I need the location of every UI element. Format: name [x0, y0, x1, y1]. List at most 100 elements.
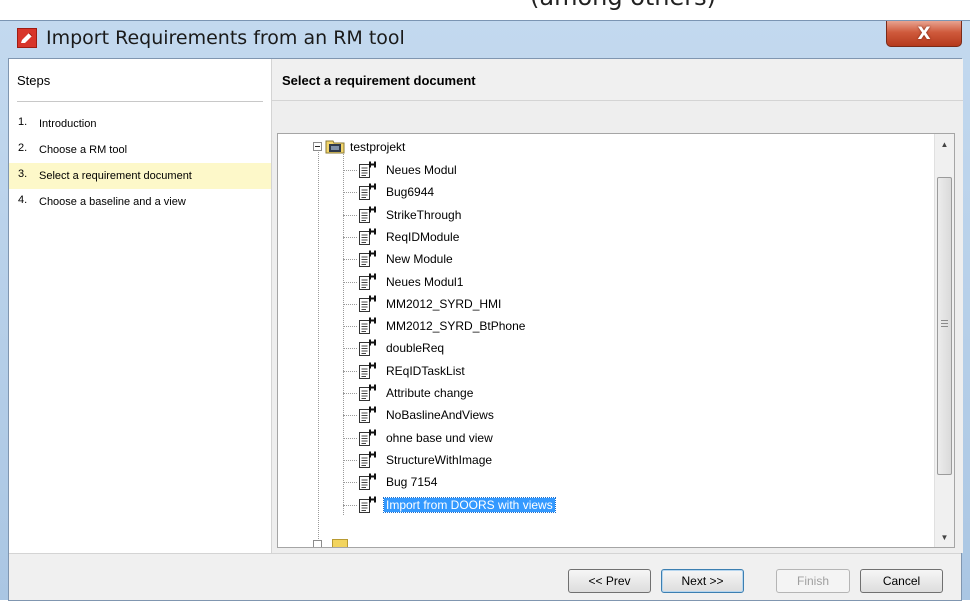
button-bar: << Prev Next >> Finish Cancel [9, 553, 961, 600]
step-item: 4. Choose a baseline and a view [9, 189, 271, 215]
tree-item-label: New Module [386, 252, 453, 267]
expand-toggle-icon[interactable] [313, 540, 322, 547]
tree-connector [343, 437, 357, 439]
tree-item[interactable]: NoBaslineAndViews [278, 404, 928, 426]
tree-item-label: doubleReq [386, 341, 445, 356]
step-label: Introduction [39, 118, 97, 130]
collapse-toggle-icon[interactable] [313, 142, 322, 151]
tree-item[interactable]: MM2012_SYRD_HMI [278, 293, 928, 315]
tree-item[interactable]: Bug 7154 [278, 471, 928, 493]
tree-item[interactable]: Neues Modul1 [278, 271, 928, 293]
document-tree: testprojekt Neues Modul Bug6944 StrikeThro… [277, 133, 955, 548]
tree-item[interactable]: StructureWithImage [278, 449, 928, 471]
main-panel: Select a requirement document testprojek… [272, 59, 963, 553]
tree-item[interactable]: ReqIDModule [278, 226, 928, 248]
tree-connector [343, 348, 357, 350]
tree-item-label: Bug6944 [386, 185, 435, 200]
step-label: Select a requirement document [39, 170, 192, 182]
steps-panel: Steps 1. Introduction 2. Choose a RM tool 3.… [9, 59, 271, 553]
tree-item-label: MM2012_SYRD_BtPhone [386, 319, 526, 334]
tree-item[interactable]: StrikeThrough [278, 204, 928, 226]
main-header: Select a requirement document [272, 59, 963, 101]
tree-item[interactable]: New Module [278, 248, 928, 270]
step-number: 4. [18, 194, 28, 206]
import-dialog-window: Import Requirements from an RM tool X St… [0, 20, 970, 601]
document-icon [359, 228, 376, 245]
tree-item-label: ReqIDModule [386, 229, 460, 244]
document-icon [359, 295, 376, 312]
tree-item-label: Neues Modul1 [386, 274, 464, 289]
document-icon [359, 250, 376, 268]
scroll-up-icon[interactable]: ▲ [935, 134, 954, 154]
tree-item-label: StrikeThrough [386, 207, 462, 222]
cancel-button[interactable]: Cancel [860, 569, 943, 593]
tree-connector [343, 415, 357, 417]
tree-connector [343, 482, 357, 484]
tree-item[interactable]: Import from DOORS with views [278, 494, 928, 516]
document-icon [359, 183, 376, 201]
steps-header: Steps [17, 73, 51, 88]
tree-connector [343, 504, 357, 506]
tree-item-label: ohne base und view [386, 430, 493, 445]
tree-item-label: MM2012_SYRD_HMI [386, 296, 502, 311]
title-bar[interactable]: Import Requirements from an RM tool X [0, 21, 970, 59]
document-icon [359, 406, 376, 424]
folder-open-icon [325, 140, 345, 154]
step-item: 3. Select a requirement document [9, 163, 271, 189]
document-icon [359, 317, 376, 335]
document-icon [359, 473, 376, 491]
cropped-text-fragment: (among others) [530, 0, 716, 11]
step-item: 1. Introduction [9, 111, 271, 137]
tree-item[interactable]: ohne base und view [278, 427, 928, 449]
tree-connector [343, 303, 357, 305]
scroll-down-icon[interactable]: ▼ [935, 527, 954, 547]
tree-connector [343, 393, 357, 394]
tree-connector [343, 459, 357, 461]
document-icon [359, 161, 376, 178]
step-label: Choose a baseline and a view [39, 196, 186, 208]
finish-button[interactable]: Finish [776, 569, 850, 593]
next-button[interactable]: Next >> [661, 569, 744, 593]
tree-item-label: Neues Modul [386, 163, 457, 177]
step-number: 2. [18, 142, 28, 154]
page-title: Select a requirement document [282, 73, 476, 88]
tree-connector [343, 326, 357, 328]
step-item: 2. Choose a RM tool [9, 137, 271, 163]
tree-root-node[interactable]: testprojekt [278, 138, 928, 158]
document-icon [359, 362, 376, 379]
tree-item[interactable]: Attribute change [278, 382, 928, 404]
tree-item[interactable]: doubleReq [278, 337, 928, 359]
close-icon: X [917, 23, 931, 44]
scroll-thumb[interactable] [937, 177, 952, 475]
scroll-grip-icon [941, 320, 948, 327]
close-button[interactable]: X [886, 21, 962, 47]
tree-item[interactable]: MM2012_SYRD_BtPhone [278, 315, 928, 337]
tree-item[interactable]: REqIDTaskList [278, 360, 928, 382]
tree-area: testprojekt Neues Modul Bug6944 StrikeThro… [278, 134, 934, 547]
document-icon [359, 496, 376, 513]
tree-connector [343, 370, 357, 372]
tree-item-label: StructureWithImage [386, 452, 493, 467]
step-number: 3. [18, 168, 28, 180]
tree-item-label: REqIDTaskList [386, 363, 465, 378]
tree-connector [343, 259, 357, 261]
document-icon [359, 384, 376, 401]
tree-connector [343, 281, 357, 283]
tree-connector [343, 192, 357, 194]
tree-connector [343, 214, 357, 216]
tree-item[interactable]: Neues Modul [278, 159, 928, 181]
window-title: Import Requirements from an RM tool [46, 27, 405, 49]
document-icon [359, 339, 376, 357]
dialog-client-area: Steps 1. Introduction 2. Choose a RM tool 3.… [8, 58, 963, 601]
document-icon [359, 429, 376, 446]
tree-item-label: Bug 7154 [386, 475, 438, 490]
tree-connector [343, 236, 357, 238]
document-icon [359, 273, 376, 290]
steps-divider [17, 101, 263, 102]
step-number: 1. [18, 116, 28, 128]
document-icon [359, 451, 376, 468]
steps-list: 1. Introduction 2. Choose a RM tool 3. Select… [9, 111, 271, 215]
vertical-scrollbar[interactable]: ▲ ▼ [934, 134, 954, 547]
prev-button[interactable]: << Prev [568, 569, 651, 593]
tree-item[interactable]: Bug6944 [278, 181, 928, 203]
